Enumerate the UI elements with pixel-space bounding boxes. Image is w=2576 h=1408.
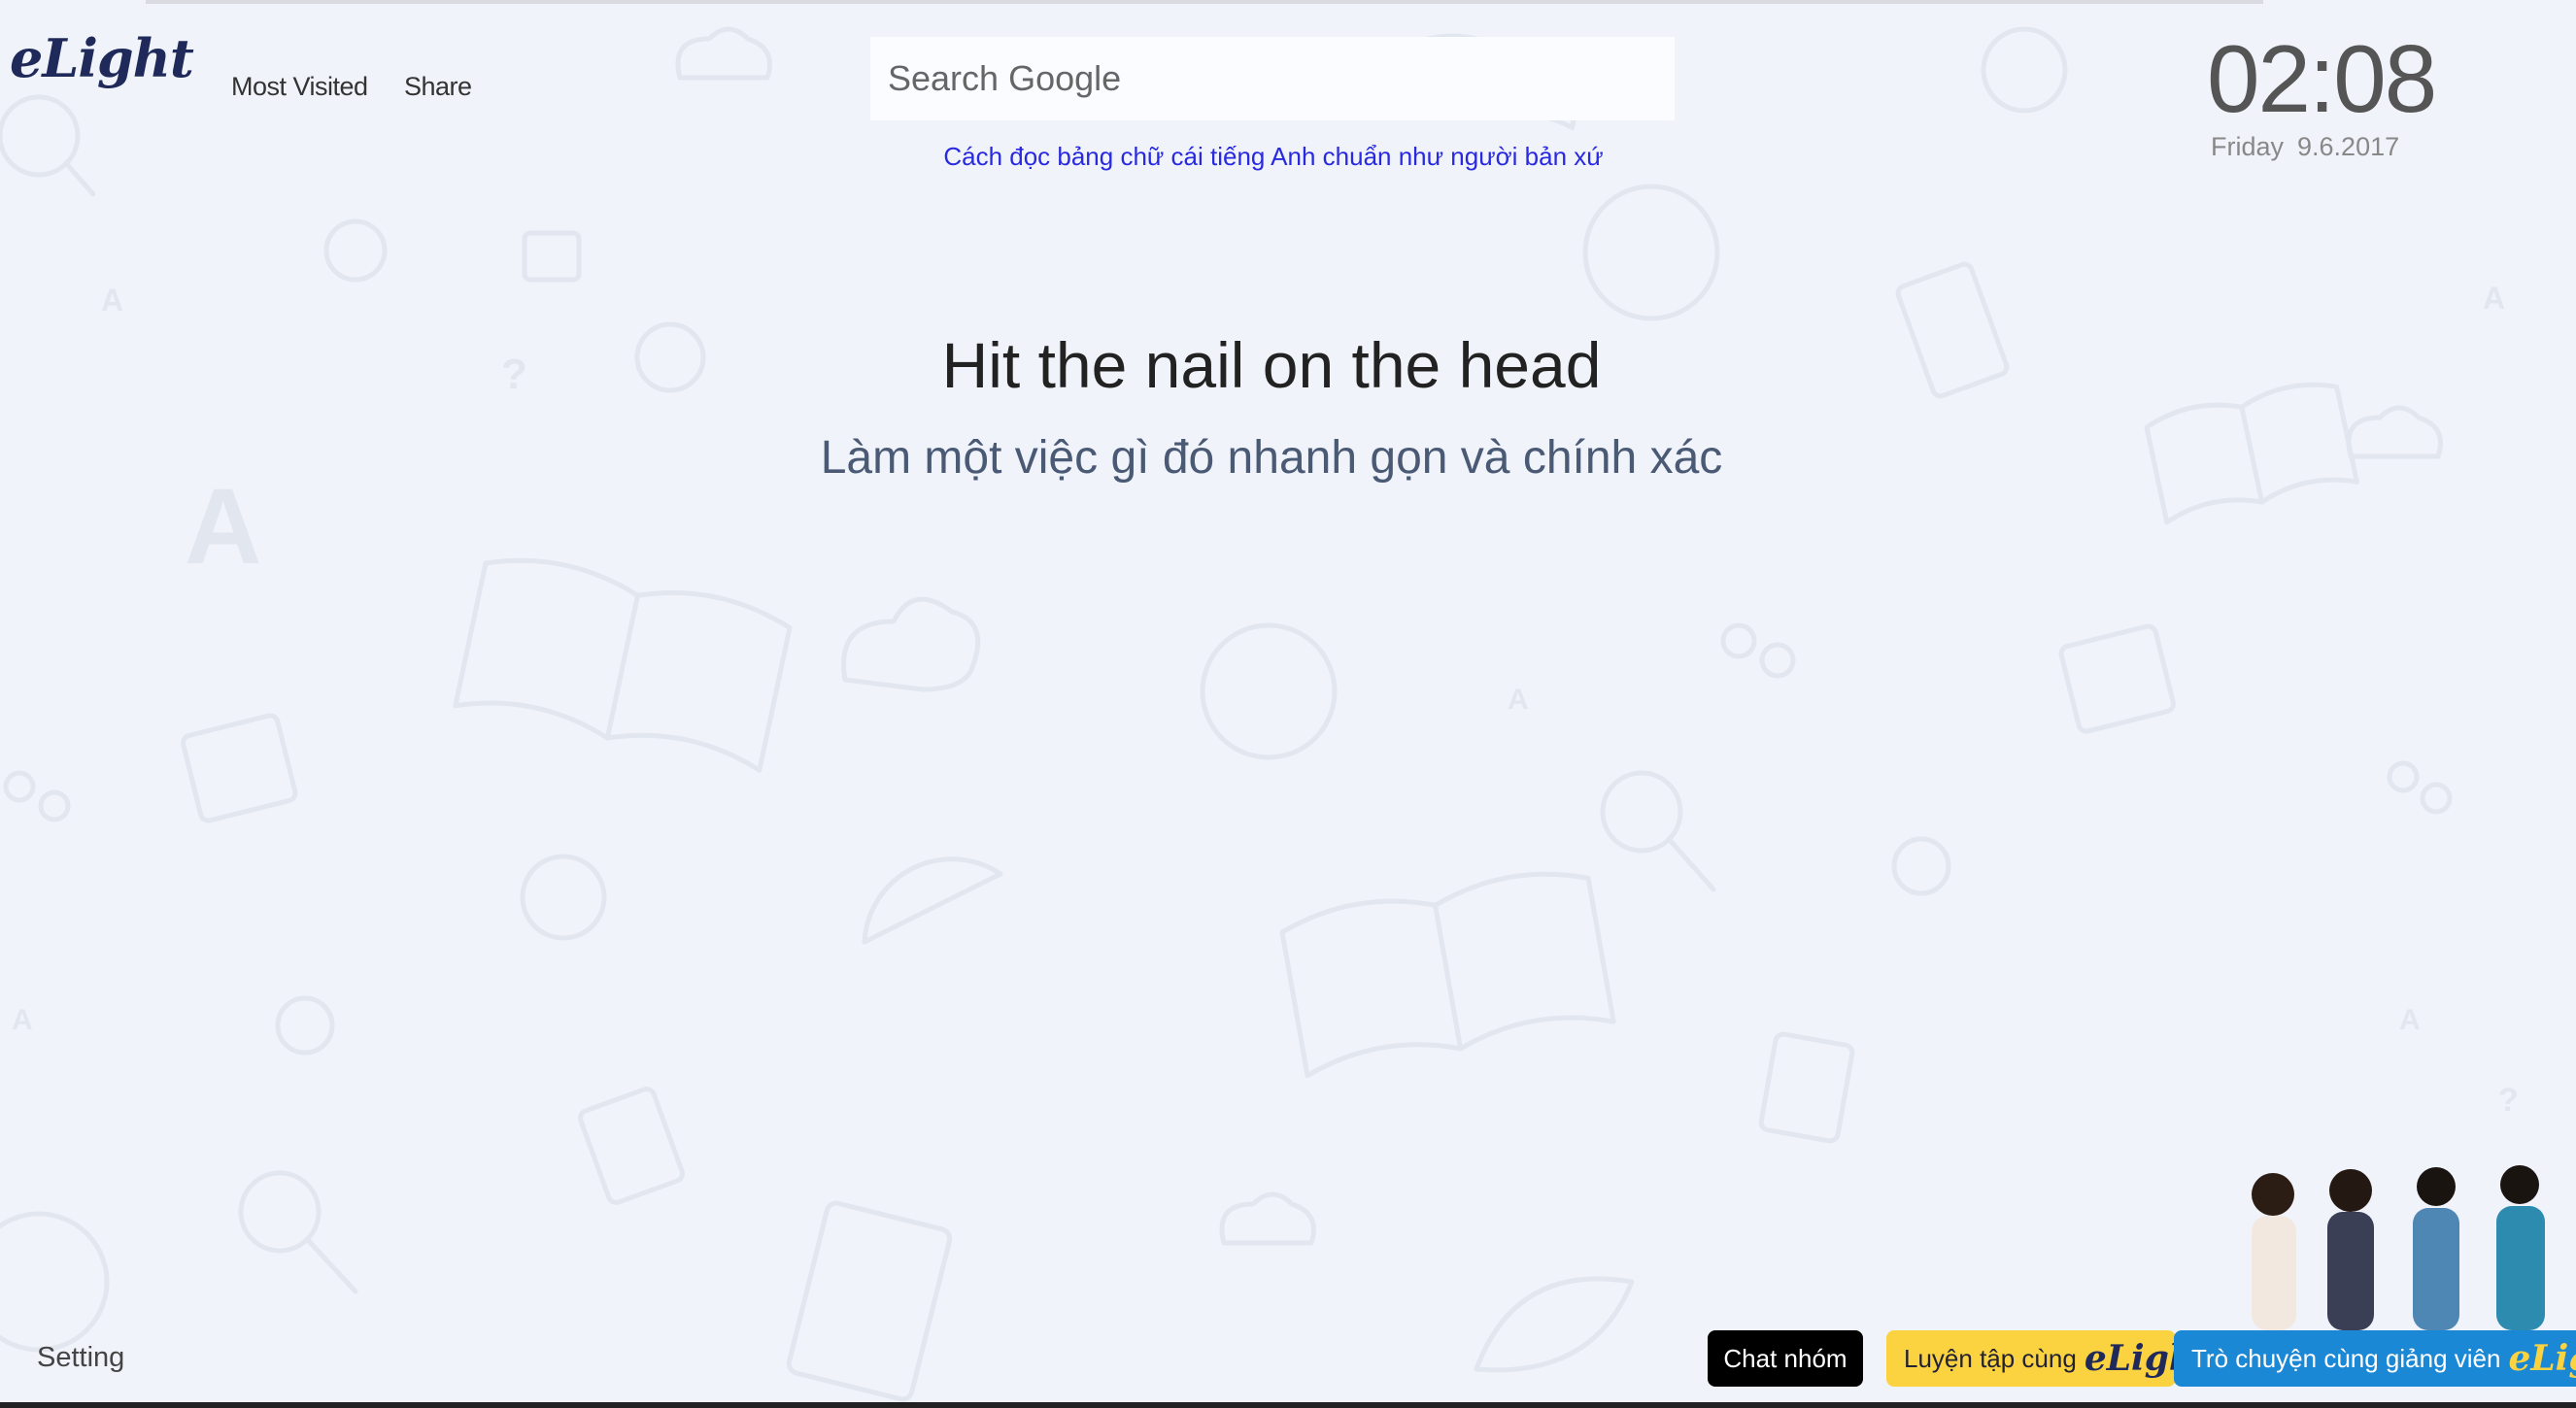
- svg-text:A: A: [185, 467, 261, 587]
- magnifier-icon: [1600, 770, 1716, 892]
- practice-button[interactable]: Luyện tập cùng eLight: [1886, 1330, 2211, 1387]
- laptop-icon: [1758, 1031, 1855, 1144]
- gear-icon: [323, 218, 388, 283]
- chat-teacher-button[interactable]: Trò chuyện cùng giảng viên eLight: [2174, 1330, 2576, 1387]
- bottom-bar: [0, 1402, 2576, 1408]
- folder-icon: [522, 230, 582, 283]
- setting-link[interactable]: Setting: [37, 1342, 124, 1374]
- magnifier-icon: [238, 1170, 358, 1294]
- svg-text:A: A: [12, 1004, 33, 1036]
- gear-icon: [1981, 26, 2068, 114]
- practice-label: Luyện tập cùng: [1904, 1343, 2077, 1373]
- search-input[interactable]: [870, 37, 1675, 120]
- globe-icon: [1582, 184, 1720, 321]
- chat-group-button[interactable]: Chat nhóm: [1708, 1330, 1863, 1387]
- idiom-phrase: Hit the nail on the head: [941, 329, 1602, 401]
- svg-text:A: A: [2399, 1004, 2421, 1036]
- cloud-icon: [841, 596, 981, 692]
- svg-text:A: A: [2483, 281, 2505, 316]
- glasses-icon: [3, 770, 71, 822]
- gear-icon: [275, 995, 335, 1056]
- clock-time: 02:08: [2207, 25, 2437, 132]
- share-link[interactable]: Share: [404, 72, 472, 102]
- clock-date: Friday 9.6.2017: [2211, 132, 2413, 162]
- background-doodles: A A A A A A ? ?: [0, 26, 2519, 1402]
- book-icon: [453, 557, 793, 773]
- elight-logo[interactable]: eLight: [10, 27, 194, 89]
- protractor-icon: [862, 856, 1003, 945]
- idiom-meaning: Làm một việc gì đó nhanh gọn và chính xá…: [820, 432, 1723, 484]
- teacher-label: Trò chuyện cùng giảng viên: [2191, 1343, 2501, 1373]
- globe-icon: [0, 1211, 110, 1353]
- book-icon: [1279, 871, 1616, 1079]
- laptop-icon: [786, 1200, 953, 1402]
- folder-icon: [181, 713, 298, 823]
- svg-text:A: A: [1508, 684, 1529, 716]
- svg-text:A: A: [101, 283, 123, 318]
- laptop-icon: [578, 1087, 685, 1205]
- teachers-photo: [2252, 1165, 2545, 1330]
- tip-link[interactable]: Cách đọc bảng chữ cái tiếng Anh chuẩn nh…: [0, 142, 2547, 172]
- cloud-icon: [675, 26, 772, 81]
- date-label: 9.6.2017: [2297, 132, 2400, 161]
- globe-icon: [1200, 622, 1338, 760]
- glasses-icon: [1720, 622, 1796, 679]
- svg-text:?: ?: [2498, 1082, 2519, 1119]
- leaf-icon: [1474, 1276, 1635, 1373]
- gear-icon: [1891, 836, 1951, 896]
- weekday-label: Friday: [2211, 132, 2285, 161]
- folder-icon: [2058, 623, 2176, 734]
- gear-icon: [520, 854, 607, 941]
- most-visited-link[interactable]: Most Visited: [231, 72, 368, 102]
- glasses-icon: [2387, 760, 2453, 815]
- cloud-icon: [1219, 1191, 1316, 1246]
- teacher-logo: eLight: [2508, 1338, 2576, 1379]
